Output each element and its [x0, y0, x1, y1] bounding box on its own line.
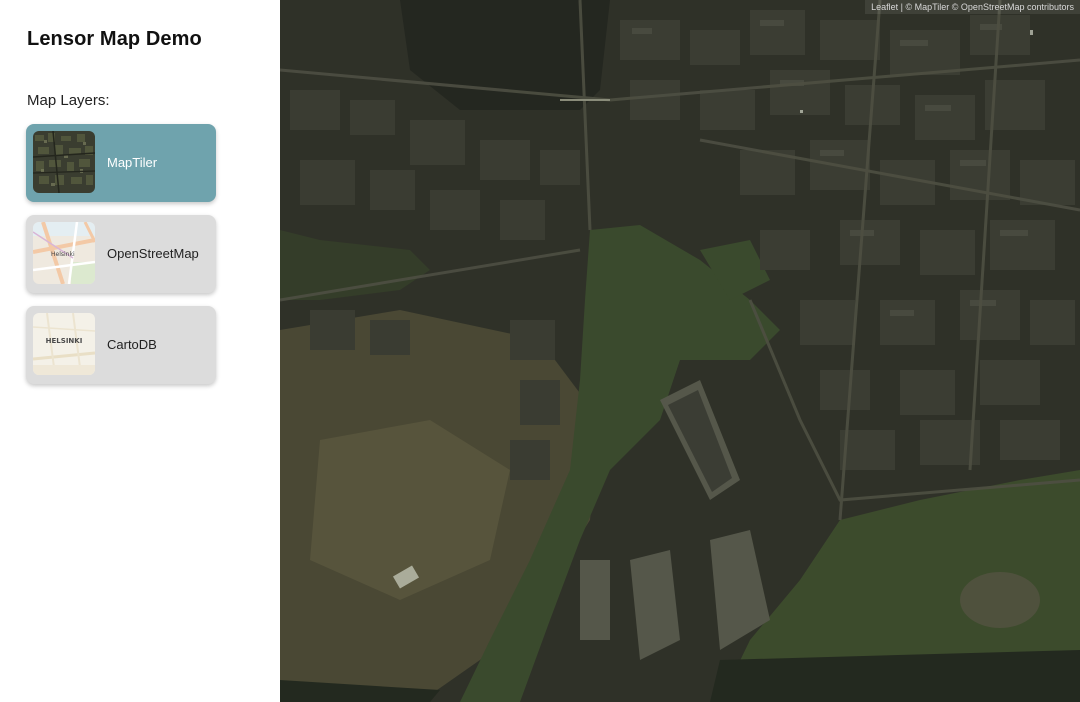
satellite-imagery: [280, 0, 1080, 702]
layer-button-cartodb[interactable]: HELSINKI CartoDB: [26, 306, 216, 384]
map-attribution: Leaflet | © MapTiler © OpenStreetMap con…: [865, 0, 1080, 14]
layer-button-maptiler[interactable]: MapTiler: [26, 124, 216, 202]
carto-light-thumbnail-icon: HELSINKI: [33, 313, 95, 375]
app: Lensor Map Demo Map Layers: MapTiler Hel…: [0, 0, 1080, 702]
map-canvas[interactable]: Leaflet | © MapTiler © OpenStreetMap con…: [280, 0, 1080, 702]
attribution-leaflet-link[interactable]: Leaflet: [871, 0, 898, 14]
layer-label-maptiler: MapTiler: [107, 155, 158, 170]
layer-label-openstreetmap: OpenStreetMap: [107, 246, 199, 261]
svg-text:Helsinki: Helsinki: [51, 251, 75, 258]
attribution-maptiler-link[interactable]: © MapTiler: [905, 0, 949, 14]
svg-text:HELSINKI: HELSINKI: [46, 337, 83, 345]
layer-label-cartodb: CartoDB: [107, 337, 157, 352]
attribution-separator: |: [900, 2, 903, 12]
street-map-thumbnail-icon: Helsinki: [33, 222, 95, 284]
satellite-thumbnail-icon: [33, 131, 95, 193]
layers-label: Map Layers:: [27, 92, 110, 109]
layer-button-openstreetmap[interactable]: Helsinki OpenStreetMap: [26, 215, 216, 293]
sidebar: Lensor Map Demo Map Layers: MapTiler Hel…: [0, 0, 280, 702]
app-title: Lensor Map Demo: [27, 28, 202, 50]
attribution-osm-link[interactable]: © OpenStreetMap contributors: [952, 0, 1074, 14]
